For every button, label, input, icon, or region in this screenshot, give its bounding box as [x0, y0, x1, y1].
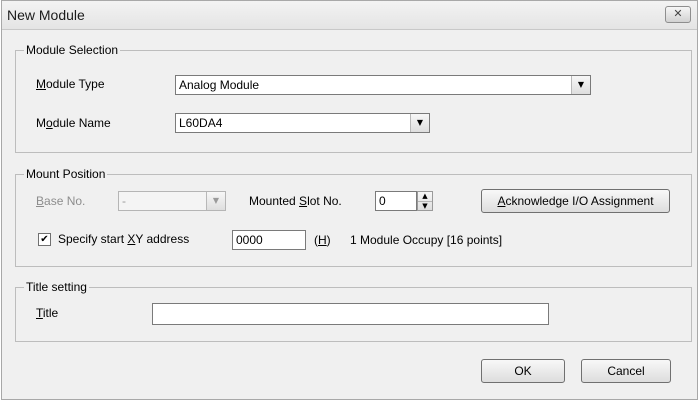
cancel-button[interactable]: Cancel — [581, 359, 671, 383]
hex-suffix-label: (H) — [314, 232, 331, 248]
title-label-mnemonic: T — [36, 306, 43, 320]
mounted-slot-label: Mounted Slot No. — [249, 193, 342, 209]
title-label: Title — [36, 305, 58, 321]
hex-suffix-close: ) — [326, 233, 331, 247]
start-address-value: 0000 — [236, 233, 263, 247]
new-module-dialog: New Module ✕ Module Selection Module Typ… — [1, 0, 698, 400]
module-type-label-rest: odule Type — [46, 77, 105, 91]
title-bar[interactable]: New Module ✕ — [2, 1, 697, 30]
module-selection-group: Module Selection Module Type Analog Modu… — [15, 43, 692, 153]
ok-button[interactable]: OK — [481, 359, 565, 383]
mount-position-legend: Mount Position — [24, 167, 108, 181]
specify-xy-label-pre: Specify start — [58, 232, 128, 246]
mounted-slot-label-pre: Mounted — [249, 194, 300, 208]
module-type-value: Analog Module — [179, 78, 260, 92]
title-input[interactable] — [152, 303, 549, 325]
base-no-label-rest: ase No. — [44, 194, 86, 208]
module-type-select[interactable]: Analog Module ▼ — [175, 75, 591, 95]
mounted-slot-spinner[interactable]: ▲ ▼ — [417, 191, 433, 211]
hex-suffix-mnemonic: H — [318, 233, 327, 247]
title-label-rest: itle — [42, 306, 59, 320]
base-no-label: Base No. — [36, 193, 85, 209]
module-name-select[interactable]: L60DA4 ▼ — [175, 113, 430, 133]
module-occupy-text: 1 Module Occupy [16 points] — [350, 233, 503, 247]
specify-xy-checkbox[interactable]: ✔ — [38, 233, 51, 246]
title-setting-legend: Title setting — [24, 280, 89, 294]
mounted-slot-input[interactable]: 0 — [375, 191, 417, 211]
specify-xy-label: Specify start XY address — [58, 231, 189, 247]
chevron-down-icon[interactable]: ▼ — [571, 76, 590, 94]
mounted-slot-value: 0 — [379, 194, 386, 208]
mounted-slot-label-rest: lot No. — [307, 194, 342, 208]
acknowledge-io-button[interactable]: Acknowledge I/O Assignment — [481, 189, 670, 213]
module-name-label-pre: M — [36, 116, 46, 130]
spin-up-icon[interactable]: ▲ — [418, 192, 432, 201]
module-name-label-rest: dule Name — [52, 116, 111, 130]
module-name-value: L60DA4 — [179, 116, 223, 130]
module-type-label: Module Type — [36, 76, 105, 92]
base-no-select[interactable]: - ▼ — [118, 191, 226, 211]
chevron-down-icon[interactable]: ▼ — [410, 114, 429, 132]
module-name-label: Module Name — [36, 115, 111, 131]
chevron-down-icon[interactable]: ▼ — [206, 192, 225, 210]
mounted-slot-label-mnemonic: S — [299, 194, 308, 208]
window-title: New Module — [7, 7, 85, 23]
acknowledge-io-rest: cknowledge I/O Assignment — [505, 194, 654, 208]
module-name-label-mnemonic: o — [46, 116, 53, 130]
specify-xy-label-rest: Y address — [135, 232, 190, 246]
module-type-label-mnemonic: M — [36, 77, 46, 91]
title-setting-group: Title setting Title — [15, 280, 692, 342]
module-selection-legend: Module Selection — [24, 43, 121, 57]
spin-down-icon[interactable]: ▼ — [418, 201, 432, 211]
start-address-input[interactable]: 0000 — [232, 230, 306, 250]
mount-position-group: Mount Position Base No. - ▼ Mounted Slot… — [15, 167, 692, 267]
close-icon[interactable]: ✕ — [665, 6, 691, 23]
base-no-value: - — [122, 194, 126, 208]
base-no-label-mnemonic: B — [36, 194, 45, 208]
